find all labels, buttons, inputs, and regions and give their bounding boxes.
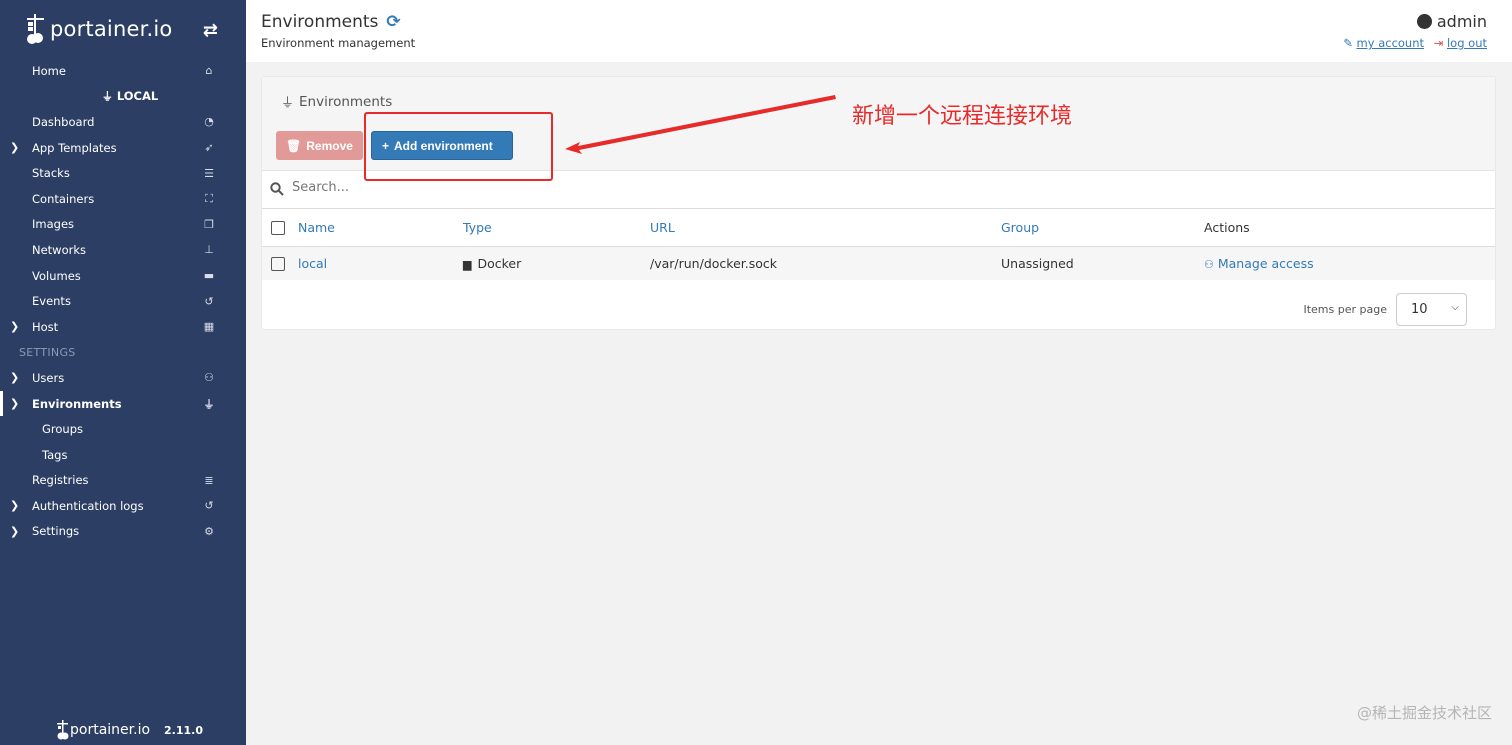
annotation-text: 新增一个远程连接环境 bbox=[852, 104, 1073, 129]
annotation-arrow bbox=[565, 95, 836, 154]
watermark: @稀土掘金技术社区 bbox=[1356, 704, 1492, 722]
